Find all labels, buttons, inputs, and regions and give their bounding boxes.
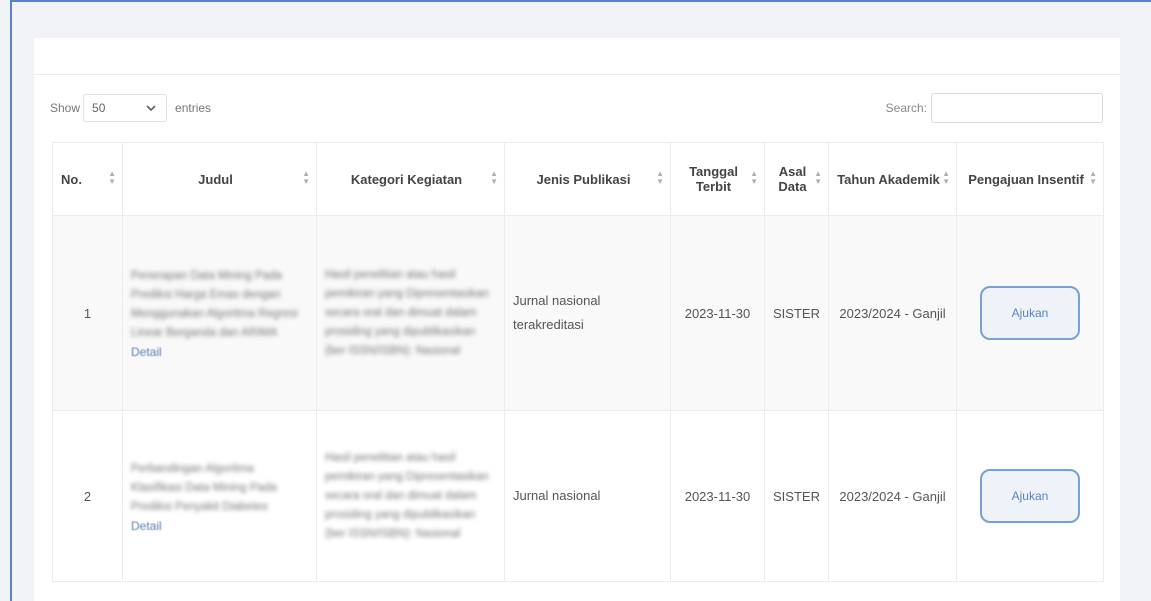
- search-input[interactable]: [931, 93, 1103, 123]
- cell-tahun: 2023/2024 - Ganjil: [828, 410, 957, 582]
- judul-text: Penerapan Data Mining Pada Prediksi Harg…: [131, 270, 298, 339]
- sort-arrows-icon: ▲ ▼: [750, 169, 758, 186]
- entries-select[interactable]: 50: [83, 94, 168, 122]
- col-header-asal[interactable]: Asal Data ▲ ▼: [764, 142, 829, 216]
- content-frame-top: [10, 0, 1151, 2]
- detail-link[interactable]: Detail: [131, 519, 162, 533]
- sort-arrows-icon: ▲ ▼: [942, 169, 950, 186]
- search-control: Search:: [886, 93, 1103, 123]
- entries-select-value: 50: [92, 101, 106, 115]
- table-row: 2 Perbandingan Algoritma Klasifikasi Dat…: [52, 410, 1104, 582]
- cell-kategori: Hasil penelitian atau hasil pemikiran ya…: [316, 215, 505, 411]
- sort-arrows-icon: ▲ ▼: [490, 169, 498, 186]
- col-header-no[interactable]: No. ▲ ▼: [52, 142, 123, 216]
- col-header-pengajuan[interactable]: Pengajuan Insentif ▲ ▼: [956, 142, 1104, 216]
- col-header-kategori[interactable]: Kategori Kegiatan ▲ ▼: [316, 142, 505, 216]
- cell-judul: Perbandingan Algoritma Klasifikasi Data …: [122, 410, 317, 582]
- cell-jenis: Jurnal nasional: [504, 410, 671, 582]
- table-header-row: No. ▲ ▼ Judul ▲ ▼ Kategori Kegiatan ▲ ▼ Jenis …: [52, 142, 1104, 216]
- cell-jenis: Jurnal nasional terakreditasi: [504, 215, 671, 411]
- search-label: Search:: [885, 101, 927, 115]
- entries-length-control: Show 50 entries: [50, 94, 211, 122]
- table-row: 1 Penerapan Data Mining Pada Prediksi Ha…: [52, 215, 1104, 411]
- data-card: Show 50 entries Search: No. ▲ ▼ Judul ▲ ▼ Ka…: [34, 38, 1120, 601]
- cell-judul: Penerapan Data Mining Pada Prediksi Harg…: [122, 215, 317, 411]
- ajukan-button[interactable]: Ajukan: [980, 286, 1080, 340]
- entries-label: entries: [175, 101, 212, 115]
- publications-table: No. ▲ ▼ Judul ▲ ▼ Kategori Kegiatan ▲ ▼ Jenis …: [52, 142, 1104, 582]
- col-header-jenis[interactable]: Jenis Publikasi ▲ ▼: [504, 142, 671, 216]
- cell-asal: SISTER: [764, 410, 829, 582]
- judul-text: Perbandingan Algoritma Klasifikasi Data …: [131, 462, 277, 513]
- show-label: Show: [50, 101, 81, 115]
- kategori-text: Hasil penelitian atau hasil pemikiran ya…: [325, 268, 489, 357]
- cell-pengajuan: Ajukan: [956, 215, 1104, 411]
- card-header-divider: [34, 74, 1120, 75]
- col-header-judul[interactable]: Judul ▲ ▼: [122, 142, 317, 216]
- cell-tanggal: 2023-11-30: [670, 215, 765, 411]
- sort-arrows-icon: ▲ ▼: [1089, 169, 1097, 186]
- ajukan-button[interactable]: Ajukan: [980, 469, 1080, 523]
- cell-tahun: 2023/2024 - Ganjil: [828, 215, 957, 411]
- cell-pengajuan: Ajukan: [956, 410, 1104, 582]
- sort-arrows-icon: ▲ ▼: [814, 169, 822, 186]
- sort-arrows-icon: ▲ ▼: [108, 169, 116, 186]
- detail-link[interactable]: Detail: [131, 345, 162, 359]
- cell-kategori: Hasil penelitian atau hasil pemikiran ya…: [316, 410, 505, 582]
- cell-asal: SISTER: [764, 215, 829, 411]
- kategori-text: Hasil penelitian atau hasil pemikiran ya…: [325, 451, 489, 540]
- sort-arrows-icon: ▲ ▼: [302, 169, 310, 186]
- col-header-tahun[interactable]: Tahun Akademik ▲ ▼: [828, 142, 957, 216]
- col-header-tanggal[interactable]: Tanggal Terbit ▲ ▼: [670, 142, 765, 216]
- chevron-down-icon: [144, 101, 158, 115]
- content-frame-left: [10, 0, 12, 601]
- cell-tanggal: 2023-11-30: [670, 410, 765, 582]
- cell-no: 2: [52, 410, 123, 582]
- sort-arrows-icon: ▲ ▼: [656, 169, 664, 186]
- cell-no: 1: [52, 215, 123, 411]
